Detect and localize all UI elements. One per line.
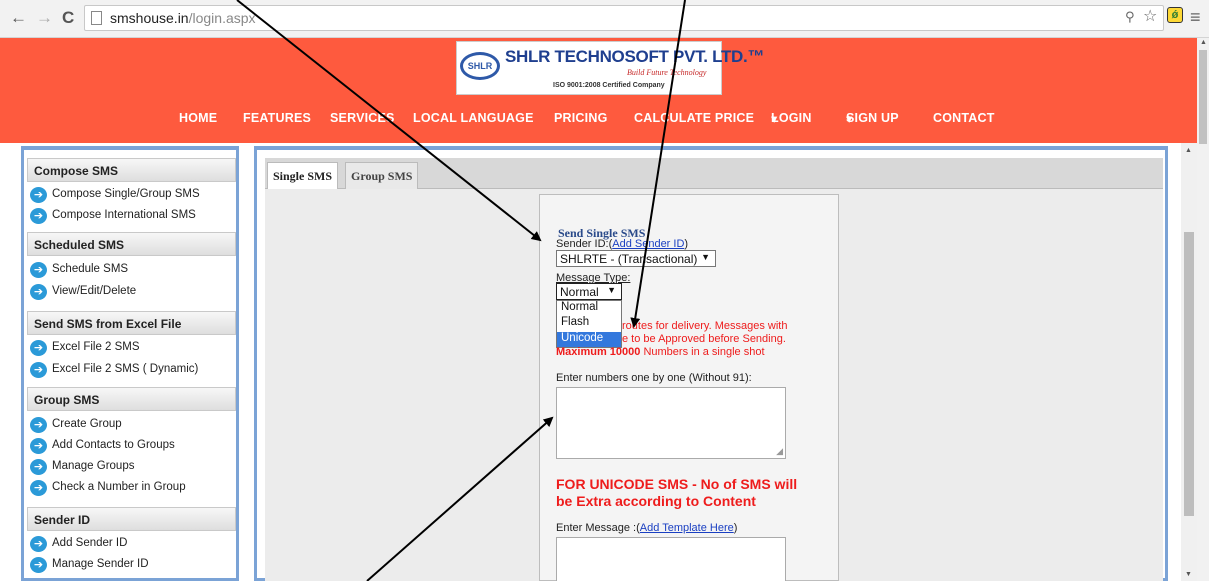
notice-line-1: routes for delivery. Messages with: [622, 320, 788, 332]
sender-id-select[interactable]: SHLRTE - (Transactional) ▼: [556, 250, 716, 267]
sidebar: Compose SMS ➔ Compose Single/Group SMS ➔ C…: [21, 146, 239, 581]
scroll-down-icon[interactable]: ▼: [1185, 571, 1192, 578]
numbers-label: Enter numbers one by one (Without 91):: [556, 372, 752, 384]
max-numbers-note: Maximum 10000 Numbers in a single shot: [556, 346, 765, 358]
tab-group-sms[interactable]: Group SMS: [345, 162, 419, 189]
url-host: smshouse.in: [110, 10, 189, 26]
max-numbers-bold: Maximum 10000: [556, 346, 641, 358]
arrow-right-icon: ➔: [30, 438, 47, 454]
sidebar-section-scheduled-sms[interactable]: Scheduled SMS: [27, 232, 236, 256]
sidebar-item-label: Manage Sender ID: [52, 558, 149, 570]
menu-sign-up-label: SIGN UP: [846, 111, 899, 125]
chevron-down-icon: ▾: [846, 112, 853, 126]
message-label: Enter Message :(Add Template Here): [556, 522, 737, 534]
message-type-value: Normal: [560, 285, 599, 299]
logo-tagline: Build Future Technology: [627, 68, 707, 77]
option-normal[interactable]: Normal: [557, 301, 621, 316]
unicode-warning-line-1: FOR UNICODE SMS - No of SMS will: [556, 476, 798, 492]
arrow-right-icon: ➔: [30, 284, 47, 300]
url-path: /login.aspx: [188, 10, 256, 26]
message-type-select[interactable]: Normal ▼: [556, 283, 622, 300]
reload-icon[interactable]: C: [62, 8, 74, 28]
notice-line-2: e to be Approved before Sending.: [622, 333, 786, 345]
chevron-down-icon: ▾: [771, 112, 778, 126]
message-label-text: Enter Message :(: [556, 522, 640, 534]
max-numbers-rest: Numbers in a single shot: [640, 346, 765, 358]
content-scrollbar-thumb[interactable]: [1184, 232, 1194, 516]
sidebar-section-sender-id[interactable]: Sender ID: [27, 507, 236, 531]
bookmark-star-icon[interactable]: ☆: [1143, 6, 1157, 28]
arrow-right-icon: ➔: [30, 208, 47, 224]
screenshot-root: ← → C smshouse.in/login.aspx ⚲ ☆ ǿ ≡ SHL…: [0, 0, 1209, 581]
extension-icon[interactable]: ǿ: [1167, 7, 1183, 23]
menu-home[interactable]: HOME: [179, 111, 217, 125]
message-type-dropdown: Normal Flash Unicode: [556, 300, 622, 348]
sidebar-item-label: Create Group: [52, 418, 122, 430]
sidebar-item-label: Manage Groups: [52, 460, 135, 472]
add-sender-id-link[interactable]: Add Sender ID: [612, 238, 684, 250]
arrow-right-icon: ➔: [30, 480, 47, 496]
scroll-up-icon[interactable]: ▲: [1200, 39, 1207, 46]
arrow-right-icon: ➔: [30, 459, 47, 475]
sidebar-section-excel-file[interactable]: Send SMS from Excel File: [27, 311, 236, 335]
sender-id-label: Sender ID:(Add Sender ID): [556, 238, 688, 250]
browser-menu-icon[interactable]: ≡: [1190, 6, 1201, 28]
sender-id-value: SHLRTE - (Transactional): [560, 252, 698, 266]
numbers-textarea[interactable]: ◢: [556, 387, 786, 459]
sender-id-label-text: Sender ID:(: [556, 238, 613, 250]
sidebar-item-label: Check a Number in Group: [52, 481, 186, 493]
menu-services[interactable]: SERVICES: [330, 111, 395, 125]
sidebar-item-label: Add Contacts to Groups: [52, 439, 175, 451]
chevron-down-icon: ▼: [701, 252, 710, 262]
resize-grip-icon[interactable]: ◢: [776, 447, 783, 456]
message-textarea[interactable]: [556, 537, 786, 581]
arrow-right-icon: ➔: [30, 262, 47, 278]
logo-badge: SHLR: [460, 52, 500, 80]
tab-bar: Single SMS Group SMS: [265, 158, 1163, 189]
message-label-close: ): [733, 522, 738, 534]
chevron-down-icon: ▼: [607, 285, 616, 295]
sidebar-item-label: Schedule SMS: [52, 263, 129, 275]
arrow-right-icon: ➔: [30, 187, 47, 203]
arrow-right-icon: ➔: [30, 362, 47, 378]
back-icon[interactable]: ←: [10, 8, 27, 28]
menu-pricing[interactable]: PRICING: [554, 111, 608, 125]
sidebar-item-label: Excel File 2 SMS: [52, 341, 140, 353]
page-scrollbar-thumb[interactable]: [1199, 50, 1207, 144]
address-bar[interactable]: smshouse.in/login.aspx: [84, 5, 1164, 31]
sidebar-item-label: Compose Single/Group SMS: [52, 188, 200, 200]
menu-local-language[interactable]: LOCAL LANGUAGE: [413, 111, 534, 125]
browser-toolbar: ← → C smshouse.in/login.aspx ⚲ ☆ ǿ ≡: [0, 0, 1209, 38]
company-logo[interactable]: SHLR SHLR TECHNOSOFT PVT. LTD.™ Build Fu…: [456, 41, 764, 95]
add-template-link[interactable]: Add Template Here: [640, 522, 734, 534]
main-menu: HOME FEATURES SERVICES LOCAL LANGUAGE PR…: [0, 111, 1197, 129]
arrow-right-icon: ➔: [30, 557, 47, 573]
sidebar-item-label: View/Edit/Delete: [52, 285, 137, 297]
sidebar-section-group-sms[interactable]: Group SMS: [27, 387, 236, 411]
arrow-right-icon: ➔: [30, 536, 47, 552]
page-icon: [91, 11, 102, 25]
menu-features[interactable]: FEATURES: [243, 111, 311, 125]
menu-contact[interactable]: CONTACT: [933, 111, 995, 125]
sidebar-section-compose-sms[interactable]: Compose SMS: [27, 158, 236, 182]
option-unicode[interactable]: Unicode: [557, 332, 621, 347]
sidebar-item-label: Compose International SMS: [52, 209, 196, 221]
logo-company-name: SHLR TECHNOSOFT PVT. LTD.™: [505, 47, 765, 66]
url-text: smshouse.in/login.aspx: [110, 10, 256, 26]
arrow-right-icon: ➔: [30, 417, 47, 433]
arrow-right-icon: ➔: [30, 340, 47, 356]
forward-icon[interactable]: →: [36, 8, 53, 28]
menu-calculate-price[interactable]: CALCULATE PRICE: [634, 111, 754, 125]
unicode-warning-line-2: be Extra according to Content: [556, 493, 756, 509]
tab-single-sms[interactable]: Single SMS: [267, 162, 339, 189]
key-icon[interactable]: ⚲: [1125, 6, 1135, 28]
sidebar-item-label: Excel File 2 SMS ( Dynamic): [52, 363, 199, 375]
logo-iso-text: ISO 9001:2008 Certified Company: [553, 82, 665, 89]
sender-id-label-close: ): [684, 238, 689, 250]
sidebar-item-label: Add Sender ID: [52, 537, 128, 549]
site-header: SHLR SHLR TECHNOSOFT PVT. LTD.™ Build Fu…: [0, 38, 1197, 143]
option-flash[interactable]: Flash: [557, 316, 621, 331]
scroll-up-icon[interactable]: ▲: [1185, 147, 1192, 154]
